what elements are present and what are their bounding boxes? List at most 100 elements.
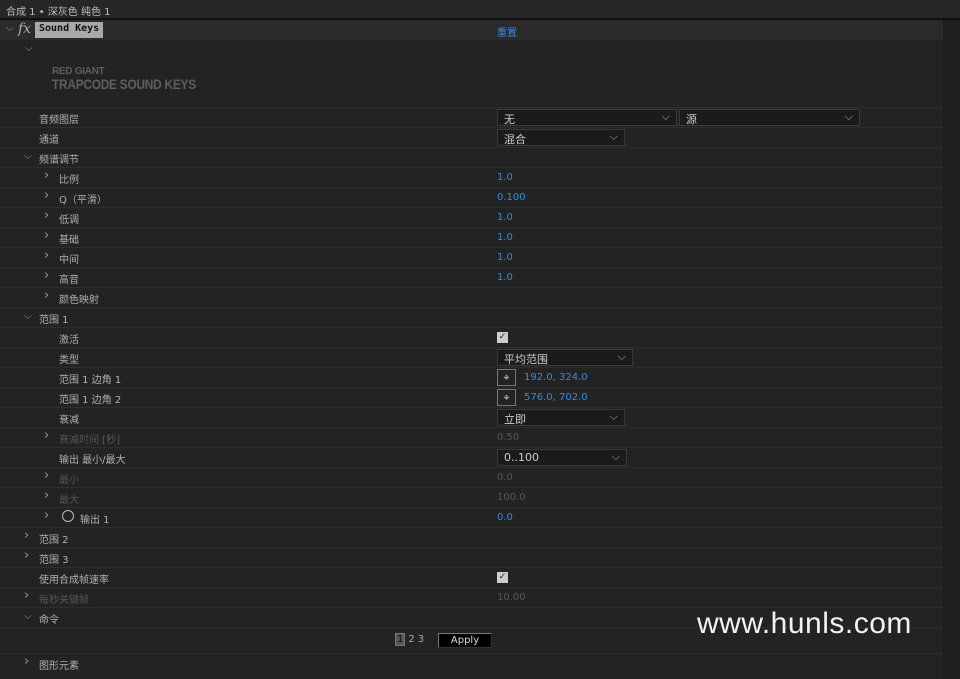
reset-link[interactable]: 重置 [497,24,517,39]
dropdown-value: 平均范围 [504,353,548,366]
dropdown-value: 0..100 [504,451,539,464]
property-row: › 比例 1.0 [0,167,943,187]
property-value: 100.0 [497,492,526,503]
dropdown-value: 立即 [504,413,526,426]
property-row: › 每秒关键帧 10.00 [0,587,943,607]
chevron-right-icon[interactable]: › [44,208,49,223]
property-row: › 基础 1.0 [0,227,943,247]
page-selector: 123 [395,633,427,646]
apply-button[interactable]: Apply [438,633,492,648]
chevron-right-icon[interactable]: › [44,248,49,263]
property-row: › 中间 1.0 [0,247,943,267]
property-value[interactable]: 1.0 [497,212,513,223]
property-label: 使用合成帧速率 [39,575,109,586]
logo-chevron-icon[interactable]: ⌵ [25,43,33,54]
crosshair-icon[interactable]: ⌖ [497,389,516,406]
property-label: 音频图层 [39,115,79,126]
property-label: 范围 3 [39,555,69,566]
property-row: ⌵ 范围 1 [0,307,943,327]
property-row: 音频图层 无 ⌵ 源 ⌵ [0,107,943,127]
chevron-right-icon[interactable]: › [24,528,29,543]
dropdown[interactable]: 平均范围 ⌵ [497,349,633,366]
source-dropdown[interactable]: 源 ⌵ [679,109,860,126]
chevron-right-icon[interactable]: › [24,588,29,603]
property-label: Q（平滑） [59,195,107,206]
chevron-down-icon: ⌵ [609,410,618,423]
checkbox[interactable]: ✓ [497,572,508,583]
property-label: 中间 [59,255,79,266]
crosshair-icon[interactable]: ⌖ [497,369,516,386]
property-row: › 颜色映射 [0,287,943,307]
checkbox[interactable]: ✓ [497,332,508,343]
property-row: › 输出 1 0.0 [0,507,943,527]
property-label: 每秒关键帧 [39,595,89,606]
property-label: 范围 2 [39,535,69,546]
property-row: › 高音 1.0 [0,267,943,287]
chevron-down-icon: ⌵ [611,450,620,463]
page-button-1[interactable]: 1 [395,633,406,646]
property-row: › 最小 0.0 [0,467,943,487]
property-value[interactable]: 0.0 [497,512,513,523]
fx-icon[interactable]: fx [18,21,31,37]
dropdown[interactable]: 混合 ⌵ [497,129,625,146]
property-row: › Q（平滑） 0.100 [0,187,943,207]
page-button-2[interactable]: 2 [408,634,414,645]
property-value[interactable]: 0.100 [497,192,526,203]
stopwatch-icon[interactable] [62,510,74,522]
property-label: 基础 [59,235,79,246]
property-label: 比例 [59,175,79,186]
panel-title: 合成 1 • 深灰色 纯色 1 [0,0,960,20]
chevron-right-icon[interactable]: › [44,508,49,523]
scrollbar[interactable] [943,20,960,679]
property-label: 范围 1 边角 2 [59,395,122,406]
chevron-down-icon[interactable]: ⌵ [24,151,32,162]
dropdown[interactable]: 0..100 ⌵ [497,449,627,466]
property-row: 使用合成帧速率 ✓ [0,567,943,587]
property-value[interactable]: 1.0 [497,172,513,183]
property-value[interactable]: 1.0 [497,252,513,263]
property-label: 输出 1 [80,515,110,526]
chevron-right-icon[interactable]: › [24,548,29,563]
property-label: 类型 [59,355,79,366]
chevron-right-icon[interactable]: › [44,168,49,183]
page-button-3[interactable]: 3 [418,634,424,645]
property-value[interactable]: 1.0 [497,232,513,243]
chevron-right-icon[interactable]: › [24,654,29,669]
property-value[interactable]: 1.0 [497,272,513,283]
chevron-down-icon[interactable]: ⌵ [24,611,32,622]
property-row: 衰减 立即 ⌵ [0,407,943,427]
chevron-right-icon[interactable]: › [44,428,49,443]
property-row: › 低调 1.0 [0,207,943,227]
property-label: 最大 [59,495,79,506]
chevron-down-icon: ⌵ [609,130,618,143]
property-list: 音频图层 无 ⌵ 源 ⌵ 通道 混合 ⌵ ⌵ 频谱调节 › 比例 1.0 › Q（平滑） 0.100 › 低调 1.… [0,107,943,673]
property-label: 通道 [39,135,59,146]
property-label: 衰减 [59,415,79,426]
chevron-right-icon[interactable]: › [44,468,49,483]
property-row: › 图形元素 [0,653,943,673]
chevron-down-icon: ⌵ [617,350,626,363]
point-value[interactable]: 576.0, 702.0 [524,392,588,403]
chevron-down-icon: ⌵ [661,110,670,123]
property-label: 最小 [59,475,79,486]
property-label: 衰减时间 [秒] [59,435,120,446]
point-value[interactable]: 192.0, 324.0 [524,372,588,383]
dropdown-value: 混合 [504,133,526,146]
chevron-right-icon[interactable]: › [44,228,49,243]
effect-header[interactable]: ⌵ fx Sound Keys 重置 [0,20,943,40]
property-row: ⌵ 频谱调节 [0,147,943,167]
chevron-right-icon[interactable]: › [44,488,49,503]
property-label: 频谱调节 [39,155,79,166]
chevron-down-icon[interactable]: ⌵ [24,311,32,322]
chevron-right-icon[interactable]: › [44,268,49,283]
property-row: 通道 混合 ⌵ [0,127,943,147]
property-label: 范围 1 边角 1 [59,375,122,386]
collapse-chevron-icon[interactable]: ⌵ [6,23,14,34]
effect-name[interactable]: Sound Keys [35,22,104,38]
property-label: 低调 [59,215,79,226]
property-label: 激活 [59,335,79,346]
chevron-right-icon[interactable]: › [44,288,49,303]
chevron-right-icon[interactable]: › [44,188,49,203]
dropdown[interactable]: 无 ⌵ [497,109,677,126]
dropdown[interactable]: 立即 ⌵ [497,409,625,426]
